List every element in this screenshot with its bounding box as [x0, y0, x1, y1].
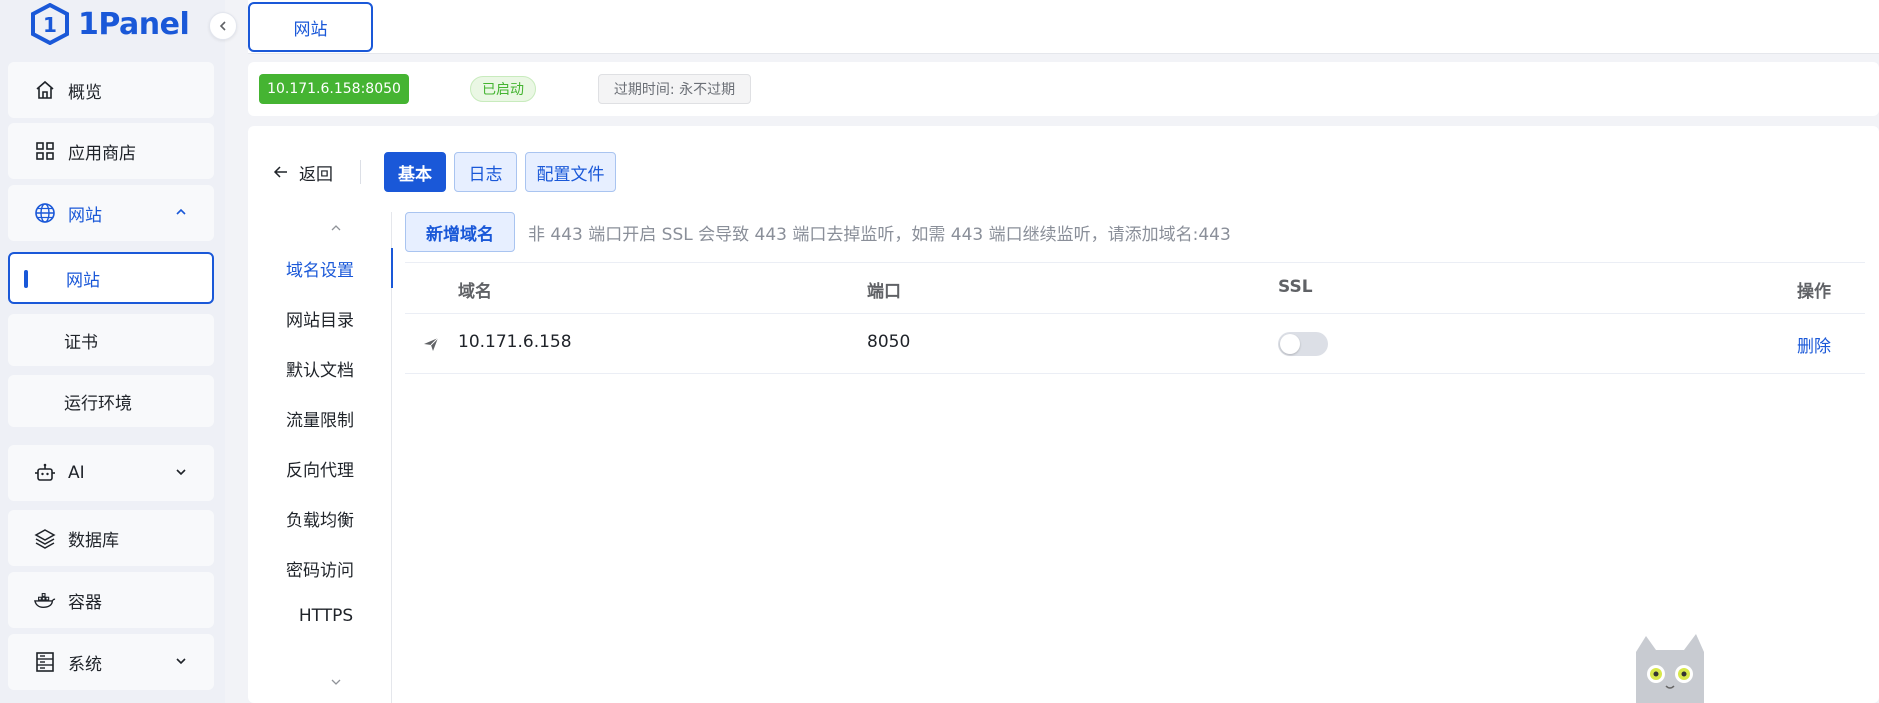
table-header: 域名 端口 SSL 操作	[405, 262, 1865, 314]
globe-icon	[34, 202, 56, 224]
subnav-load-balance[interactable]: 负载均衡	[248, 498, 392, 538]
subnav-site-directory[interactable]: 网站目录	[248, 298, 392, 338]
subnav-rate-limit[interactable]: 流量限制	[248, 398, 392, 438]
sidebar: 1 1Panel 概览 应用商店 网站 网站 证书 运行环境 AI 数据库 容器…	[0, 0, 225, 703]
sidebar-item-label: 概览	[68, 82, 102, 103]
subnav-default-document[interactable]: 默认文档	[248, 348, 392, 388]
column-header-domain: 域名	[458, 282, 492, 302]
site-address-tag[interactable]: 10.171.6.158:8050	[259, 74, 409, 104]
column-header-port: 端口	[867, 282, 901, 302]
ssl-toggle[interactable]	[1278, 332, 1328, 356]
sidebar-subitem-runtime[interactable]: 运行环境	[8, 375, 214, 427]
docker-whale-icon	[34, 589, 56, 611]
expire-tag: 过期时间: 永不过期	[598, 74, 751, 104]
chevron-up-icon	[176, 208, 186, 215]
cell-port: 8050	[867, 332, 911, 352]
subnav-https[interactable]: HTTPS	[248, 596, 392, 636]
sidebar-item-ai[interactable]: AI	[8, 445, 214, 501]
tab-basic[interactable]: 基本	[384, 152, 446, 192]
robot-icon	[34, 462, 56, 484]
domain-table: 域名 端口 SSL 操作 10.171.6.158 8050 删除	[405, 262, 1865, 374]
sidebar-item-label: AI	[68, 463, 85, 483]
chevron-down-icon	[176, 469, 186, 476]
chevron-down-icon	[176, 658, 186, 665]
tab-bar: 网站	[248, 0, 1879, 54]
sidebar-item-system[interactable]: 系统	[8, 634, 214, 690]
sidebar-item-app-store[interactable]: 应用商店	[8, 123, 214, 179]
add-domain-button[interactable]: 新增域名	[405, 212, 515, 252]
site-info-bar: 10.171.6.158:8050 已启动 过期时间: 永不过期	[248, 62, 1879, 116]
status-badge: 已启动	[470, 76, 536, 102]
toggle-knob	[1280, 334, 1300, 354]
database-layers-icon	[34, 527, 56, 549]
divider	[360, 160, 361, 184]
cell-domain: 10.171.6.158	[458, 332, 572, 352]
sidebar-item-label: 网站	[68, 205, 102, 226]
apps-grid-icon	[34, 140, 56, 162]
1panel-logo-icon: 1	[31, 3, 69, 45]
delete-link[interactable]: 删除	[1797, 332, 1831, 357]
active-indicator	[24, 270, 28, 288]
tab-config-file[interactable]: 配置文件	[525, 152, 616, 192]
sidebar-item-label: 应用商店	[68, 143, 136, 164]
ssl-port-hint: 非 443 端口开启 SSL 会导致 443 端口去掉监听，如需 443 端口继…	[528, 225, 1231, 245]
subnav-password-access[interactable]: 密码访问	[248, 548, 392, 588]
sidebar-item-database[interactable]: 数据库	[8, 510, 214, 566]
sidebar-subitem-websites[interactable]: 网站	[8, 252, 214, 304]
back-button[interactable]: 返回	[273, 156, 333, 188]
sidebar-subitem-label: 网站	[66, 270, 100, 291]
home-icon	[34, 79, 56, 101]
sidebar-item-label: 数据库	[68, 530, 119, 551]
app-name: 1Panel	[78, 6, 190, 42]
table-row: 10.171.6.158 8050 删除	[405, 314, 1865, 374]
main-panel: 返回 基本 日志 配置文件 域名设置 网站目录 默认文档 流量限制 反向代理 负…	[248, 126, 1879, 703]
cat-mascot-icon	[1636, 634, 1704, 703]
column-header-action: 操作	[1797, 282, 1831, 302]
sidebar-subitem-label: 证书	[64, 332, 98, 353]
send-icon	[424, 337, 439, 351]
sidebar-item-label: 容器	[68, 592, 102, 613]
chevron-left-icon	[219, 21, 226, 31]
subnav-reverse-proxy[interactable]: 反向代理	[248, 448, 392, 488]
sidebar-subitem-certificates[interactable]: 证书	[8, 314, 214, 366]
scroll-down-icon[interactable]	[328, 674, 344, 690]
sidebar-subitem-label: 运行环境	[64, 393, 132, 414]
tab-websites[interactable]: 网站	[248, 2, 373, 52]
scroll-up-icon[interactable]	[328, 220, 344, 236]
sidebar-item-label: 系统	[68, 654, 102, 675]
back-label: 返回	[299, 164, 333, 185]
sidebar-item-containers[interactable]: 容器	[8, 572, 214, 628]
sidebar-item-websites[interactable]: 网站	[8, 185, 214, 241]
sidebar-item-overview[interactable]: 概览	[8, 62, 214, 118]
collapse-sidebar-button[interactable]	[209, 12, 237, 40]
settings-subnav: 域名设置 网站目录 默认文档 流量限制 反向代理 负载均衡 密码访问 HTTPS	[248, 212, 393, 703]
server-icon	[34, 651, 56, 673]
app-logo[interactable]: 1 1Panel	[30, 2, 190, 46]
svg-text:1: 1	[43, 13, 57, 37]
column-header-ssl: SSL	[1278, 277, 1313, 297]
arrow-left-icon	[273, 166, 287, 178]
subnav-domain-settings[interactable]: 域名设置	[248, 248, 393, 288]
tab-logs[interactable]: 日志	[454, 152, 517, 192]
